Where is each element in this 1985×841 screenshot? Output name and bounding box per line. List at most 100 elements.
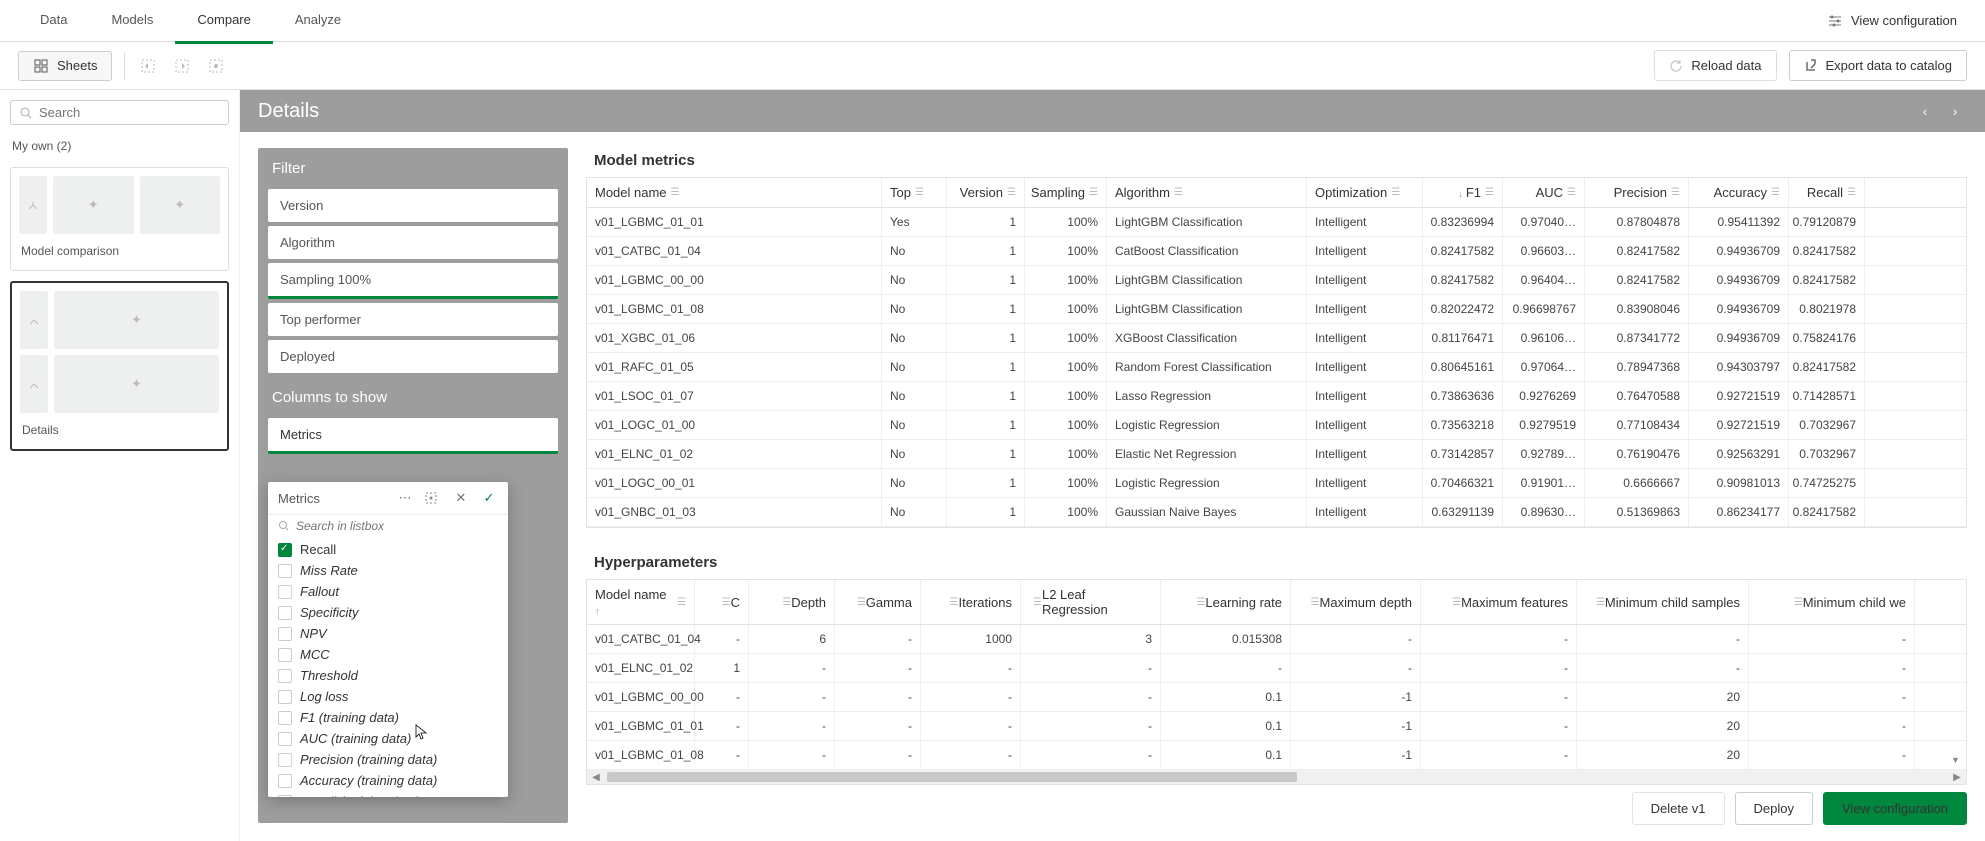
column-menu-icon[interactable]: ☰: [1671, 187, 1680, 198]
metrics-search-input[interactable]: [296, 519, 498, 533]
column-menu-icon[interactable]: ☰: [1391, 187, 1400, 198]
column-menu-icon[interactable]: ☰: [1089, 187, 1098, 198]
table-row[interactable]: v01_XGBC_01_06No1100%XGBoost Classificat…: [587, 324, 1966, 353]
filter-item[interactable]: Version: [268, 189, 558, 222]
column-header[interactable]: Model name☰: [587, 178, 882, 207]
table-row[interactable]: v01_CATBC_01_04No1100%CatBoost Classific…: [587, 237, 1966, 266]
column-header[interactable]: ☰Learning rate: [1161, 580, 1291, 624]
filter-item[interactable]: Top performer: [268, 303, 558, 336]
column-menu-icon[interactable]: ☰: [857, 597, 866, 608]
column-header[interactable]: ☰Iterations: [921, 580, 1021, 624]
column-header[interactable]: ☰Gamma: [835, 580, 921, 624]
column-header[interactable]: Algorithm☰: [1107, 178, 1307, 207]
table-row[interactable]: v01_RAFC_01_05No1100%Random Forest Class…: [587, 353, 1966, 382]
metrics-option[interactable]: MCC: [268, 644, 508, 665]
column-header[interactable]: ☰Depth: [749, 580, 835, 624]
metrics-option[interactable]: Recall: [268, 539, 508, 560]
metrics-search-wrapper[interactable]: [268, 514, 508, 537]
view-configuration-link[interactable]: View configuration: [1817, 7, 1967, 35]
selection-back-icon[interactable]: [137, 55, 159, 77]
close-icon[interactable]: ✕: [452, 490, 470, 506]
metrics-option[interactable]: NPV: [268, 623, 508, 644]
table-row[interactable]: v01_LOGC_01_00No1100%Logistic Regression…: [587, 411, 1966, 440]
table-row[interactable]: v01_ELNC_01_02No1100%Elastic Net Regress…: [587, 440, 1966, 469]
column-menu-icon[interactable]: ☰: [782, 597, 791, 608]
metrics-option[interactable]: Fallout: [268, 581, 508, 602]
horizontal-scrollbar[interactable]: ◀ ▶: [587, 770, 1966, 784]
column-menu-icon[interactable]: ☰: [1596, 597, 1605, 608]
column-menu-icon[interactable]: ☰: [1485, 187, 1494, 198]
tab-compare[interactable]: Compare: [175, 0, 272, 44]
column-header[interactable]: Accuracy☰: [1689, 178, 1789, 207]
column-header[interactable]: Optimization☰: [1307, 178, 1423, 207]
metrics-option[interactable]: Specificity: [268, 602, 508, 623]
column-menu-icon[interactable]: ☰: [915, 187, 924, 198]
metrics-option[interactable]: AUC (training data): [268, 728, 508, 749]
select-all-icon[interactable]: [424, 491, 442, 505]
column-header[interactable]: Top☰: [882, 178, 947, 207]
column-header[interactable]: Model name ↑☰: [587, 580, 695, 624]
column-menu-icon[interactable]: ☰: [950, 597, 959, 608]
tab-models[interactable]: Models: [89, 0, 175, 44]
tab-analyze[interactable]: Analyze: [273, 0, 363, 44]
search-input-wrapper[interactable]: [10, 100, 229, 125]
table-row[interactable]: v01_LGBMC_01_08No1100%LightGBM Classific…: [587, 295, 1966, 324]
column-menu-icon[interactable]: ☰: [1007, 187, 1016, 198]
sheets-button[interactable]: Sheets: [18, 51, 112, 81]
table-row[interactable]: v01_LGBMC_01_08-----0.1-1-20-: [587, 741, 1966, 770]
view-configuration-button[interactable]: View configuration: [1823, 792, 1967, 825]
column-header[interactable]: ☰L2 Leaf Regression: [1021, 580, 1161, 624]
table-row[interactable]: v01_LSOC_01_07No1100%Lasso RegressionInt…: [587, 382, 1966, 411]
table-row[interactable]: v01_LGBMC_00_00-----0.1-1-20-: [587, 683, 1966, 712]
column-header[interactable]: ☰Minimum child samples: [1577, 580, 1749, 624]
table-row[interactable]: v01_LGBMC_01_01Yes1100%LightGBM Classifi…: [587, 208, 1966, 237]
filter-item[interactable]: Algorithm: [268, 226, 558, 259]
sheet-thumb-details[interactable]: ✦ ✦ Details: [10, 281, 229, 451]
table-row[interactable]: v01_LGBMC_01_01-----0.1-1-20-: [587, 712, 1966, 741]
column-menu-icon[interactable]: ☰: [1311, 597, 1320, 608]
scroll-left-icon[interactable]: ◀: [587, 772, 605, 783]
column-header[interactable]: ☰Minimum child we: [1749, 580, 1915, 624]
prev-sheet-button[interactable]: ‹: [1913, 104, 1937, 119]
metrics-option[interactable]: Accuracy (training data): [268, 770, 508, 791]
column-header[interactable]: Version☰: [947, 178, 1025, 207]
metrics-option[interactable]: Miss Rate: [268, 560, 508, 581]
column-header[interactable]: ↓F1☰: [1423, 178, 1503, 207]
column-menu-icon[interactable]: ☰: [677, 597, 686, 608]
column-header[interactable]: Recall☰: [1789, 178, 1865, 207]
next-sheet-button[interactable]: ›: [1943, 104, 1967, 119]
column-menu-icon[interactable]: ☰: [1174, 187, 1183, 198]
search-input[interactable]: [39, 105, 220, 120]
scroll-right-icon[interactable]: ▶: [1948, 772, 1966, 783]
metrics-option[interactable]: Recall (training data): [268, 791, 508, 797]
metrics-filter-item[interactable]: Metrics: [268, 418, 558, 454]
column-menu-icon[interactable]: ☰: [1847, 187, 1856, 198]
more-icon[interactable]: ⋯: [396, 490, 414, 506]
metrics-option[interactable]: F1 (training data): [268, 707, 508, 728]
table-row[interactable]: v01_LOGC_00_01No1100%Logistic Regression…: [587, 469, 1966, 498]
metrics-option[interactable]: Threshold: [268, 665, 508, 686]
deploy-button[interactable]: Deploy: [1735, 792, 1813, 825]
column-header[interactable]: AUC☰: [1503, 178, 1585, 207]
scrollbar-thumb[interactable]: [607, 772, 1297, 782]
column-header[interactable]: ☰C: [695, 580, 749, 624]
column-header[interactable]: Sampling☰: [1025, 178, 1107, 207]
column-menu-icon[interactable]: ☰: [1794, 597, 1803, 608]
column-menu-icon[interactable]: ☰: [1771, 187, 1780, 198]
column-menu-icon[interactable]: ☰: [671, 187, 680, 198]
table-row[interactable]: v01_CATBC_01_04-6-100030.015308----: [587, 625, 1966, 654]
table-row[interactable]: v01_GNBC_01_03No1100%Gaussian Naive Baye…: [587, 498, 1966, 527]
table-row[interactable]: v01_LGBMC_00_00No1100%LightGBM Classific…: [587, 266, 1966, 295]
column-menu-icon[interactable]: ☰: [1033, 597, 1042, 608]
column-menu-icon[interactable]: ☰: [722, 597, 731, 608]
metrics-option[interactable]: Log loss: [268, 686, 508, 707]
column-header[interactable]: Precision☰: [1585, 178, 1689, 207]
table-row[interactable]: v01_ELNC_01_021---------: [587, 654, 1966, 683]
export-data-button[interactable]: Export data to catalog: [1789, 50, 1967, 81]
column-header[interactable]: ☰Maximum depth: [1291, 580, 1421, 624]
column-menu-icon[interactable]: ☰: [1196, 597, 1205, 608]
filter-item[interactable]: Sampling 100%: [268, 263, 558, 299]
column-menu-icon[interactable]: ☰: [1567, 187, 1576, 198]
filter-item[interactable]: Deployed: [268, 340, 558, 373]
tab-data[interactable]: Data: [18, 0, 89, 44]
